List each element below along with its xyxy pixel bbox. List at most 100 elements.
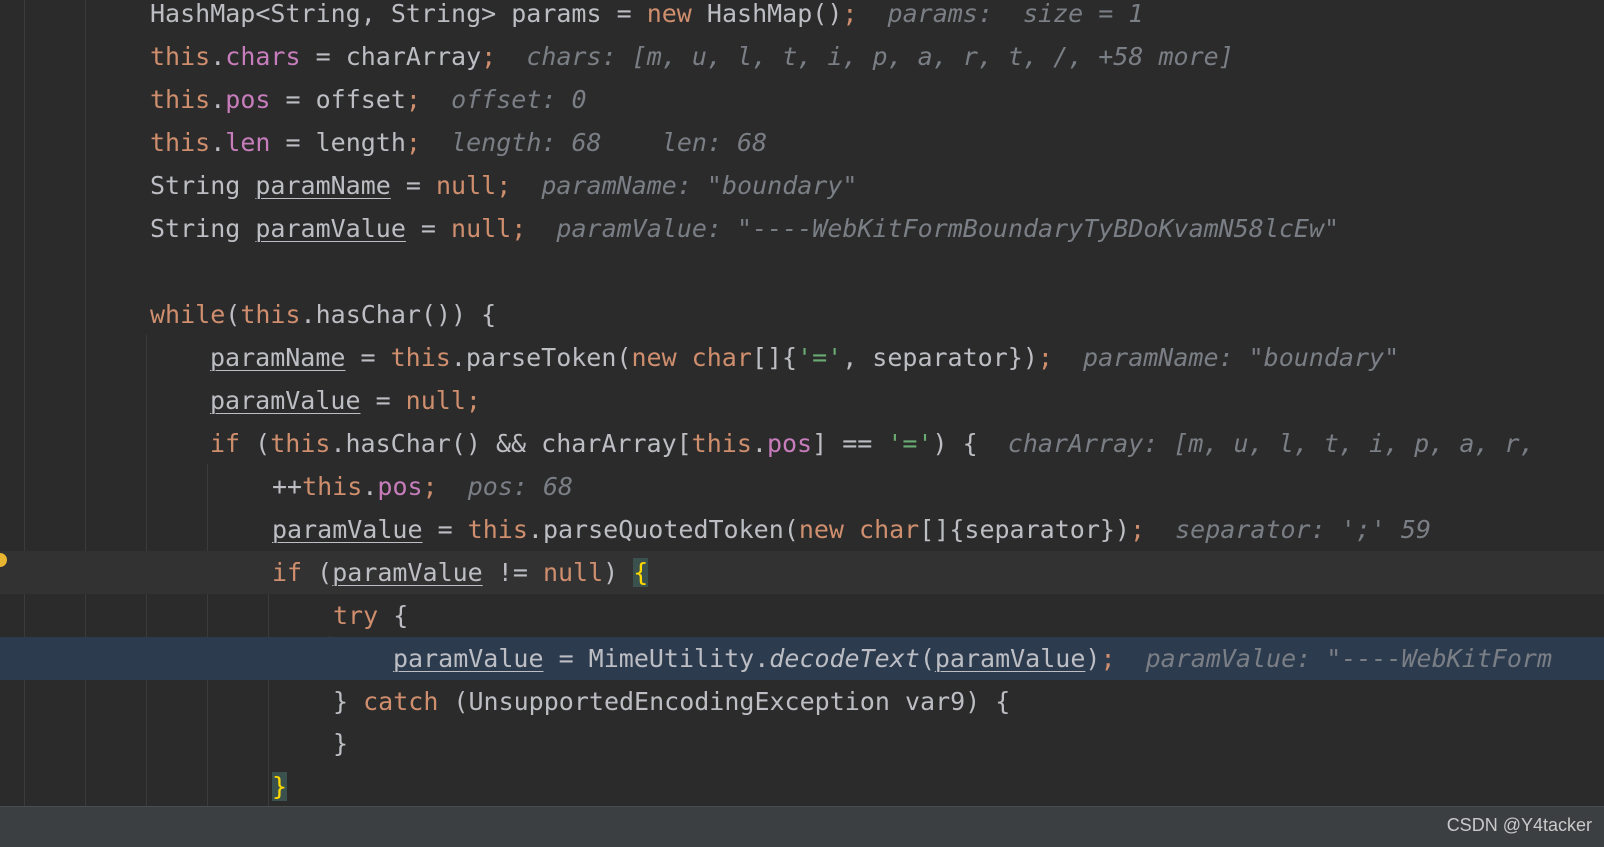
code-token: (: [225, 300, 241, 329]
code-line[interactable]: try {: [0, 594, 1604, 637]
code-line[interactable]: paramValue = null;: [0, 379, 1604, 422]
code-token: {: [378, 601, 409, 630]
code-editor[interactable]: HashMap<String, String> params = new Has…: [0, 0, 1604, 806]
code-token: .parseToken(: [450, 343, 632, 372]
inline-debug-value: paramValue: "----WebKitFormBoundaryTyBDo…: [526, 214, 1340, 243]
code-token: }: [333, 687, 364, 716]
code-line[interactable]: HashMap<String, String> params = new Has…: [0, 0, 1604, 35]
code-token: ] ==: [812, 429, 888, 458]
code-token: decodeText: [769, 644, 920, 673]
code-token: []{separator}): [919, 515, 1130, 544]
code-line[interactable]: }: [0, 765, 1604, 806]
code-token: new char: [631, 343, 752, 372]
code-token: this: [467, 515, 528, 544]
code-text: if (paramValue != null) {: [272, 551, 649, 594]
inline-debug-value: params: size = 1: [857, 0, 1144, 28]
code-token: .hasChar()) {: [300, 300, 497, 329]
inline-debug-value: paramValue: "----WebKitForm: [1115, 644, 1553, 673]
code-token: catch: [363, 687, 439, 716]
code-line[interactable]: this.chars = charArray; chars: [m, u, l,…: [0, 35, 1604, 78]
inline-debug-value: pos: 68: [437, 472, 574, 501]
code-token: = offset: [270, 85, 406, 114]
code-token: ;: [842, 0, 858, 28]
code-token: =: [422, 515, 468, 544]
code-token: paramValue: [272, 515, 423, 544]
code-token: ;: [1129, 515, 1146, 544]
code-line[interactable]: } catch (UnsupportedEncodingException va…: [0, 680, 1604, 723]
code-token: '=': [797, 343, 843, 372]
code-token: paramValue: [255, 214, 406, 243]
code-token: this: [150, 85, 211, 114]
code-token: = charArray: [300, 42, 482, 71]
code-token: }: [272, 772, 288, 801]
status-bar: CSDN @Y4tacker: [0, 806, 1604, 847]
code-line[interactable]: while(this.hasChar()) {: [0, 293, 1604, 336]
code-text: while(this.hasChar()) {: [150, 293, 496, 336]
code-token: pos: [766, 429, 813, 458]
code-token: = length: [270, 128, 406, 157]
code-token: ): [1085, 644, 1101, 673]
inline-debug-value: chars: [m, u, l, t, i, p, a, r, t, /, +5…: [496, 42, 1234, 71]
code-token: }: [333, 729, 349, 758]
code-token: ;: [465, 386, 481, 415]
code-text: this.chars = charArray; chars: [m, u, l,…: [150, 35, 1234, 78]
code-line[interactable]: String paramValue = null; paramValue: "-…: [0, 207, 1604, 250]
code-token: chars: [225, 42, 301, 71]
code-token: try: [333, 601, 379, 630]
code-token: ;: [405, 128, 421, 157]
code-token: pos: [377, 472, 423, 501]
code-token: (: [919, 644, 935, 673]
current-execution-line[interactable]: paramValue = MimeUtility.decodeText(para…: [0, 637, 1604, 680]
code-token: String: [150, 171, 256, 200]
code-token: paramValue: [332, 558, 483, 587]
code-token: while: [150, 300, 226, 329]
code-line[interactable]: paramValue = this.parseQuotedToken(new c…: [0, 508, 1604, 551]
code-token: .parseQuotedToken(: [527, 515, 799, 544]
code-token: =: [390, 171, 436, 200]
inline-debug-value: paramName: "boundary": [511, 171, 858, 200]
code-token: =: [345, 343, 391, 372]
code-token: HashMap(): [691, 0, 843, 28]
code-line[interactable]: if (this.hasChar() && charArray[this.pos…: [0, 422, 1604, 465]
code-line[interactable]: this.len = length; length: 68 len: 68: [0, 121, 1604, 164]
code-token: null: [451, 214, 512, 243]
code-text: if (this.hasChar() && charArray[this.pos…: [210, 422, 1535, 465]
code-line[interactable]: ++this.pos; pos: 68: [0, 465, 1604, 508]
code-token: '=': [887, 429, 933, 458]
code-text: paramName = this.parseToken(new char[]{'…: [210, 336, 1399, 379]
code-token: this: [390, 343, 451, 372]
caret-line[interactable]: if (paramValue != null) {: [0, 551, 1604, 594]
code-token: null: [542, 558, 604, 587]
inline-debug-value: charArray: [m, u, l, t, i, p, a, r,: [977, 429, 1535, 458]
code-token: ;: [405, 85, 421, 114]
code-token: (: [302, 558, 333, 587]
code-line[interactable]: String paramName = null; paramName: "bou…: [0, 164, 1604, 207]
code-line[interactable]: [0, 250, 1604, 293]
code-token: .: [751, 429, 767, 458]
inline-debug-value: paramName: "boundary": [1052, 343, 1400, 372]
code-token: paramName: [210, 343, 346, 372]
code-text: }: [272, 765, 288, 806]
code-token: ;: [511, 214, 527, 243]
code-token: .hasChar() && charArray[: [330, 429, 692, 458]
code-token: =: [360, 386, 406, 415]
code-token: = MimeUtility.: [543, 644, 770, 673]
code-text: paramValue = null;: [210, 379, 481, 422]
code-text: ++this.pos; pos: 68: [272, 465, 573, 508]
code-token: paramName: [255, 171, 391, 200]
code-text: String paramName = null; paramName: "bou…: [150, 164, 857, 207]
code-token: .: [362, 472, 378, 501]
code-token: if: [272, 558, 303, 587]
code-token: ;: [1037, 343, 1053, 372]
code-token: this: [150, 128, 211, 157]
code-token: if: [210, 429, 241, 458]
code-text: HashMap<String, String> params = new Has…: [150, 0, 1143, 35]
code-line[interactable]: paramName = this.parseToken(new char[]{'…: [0, 336, 1604, 379]
code-text: String paramValue = null; paramValue: "-…: [150, 207, 1339, 250]
inline-debug-value: length: 68 len: 68: [420, 128, 768, 157]
code-line[interactable]: this.pos = offset; offset: 0: [0, 78, 1604, 121]
code-token: paramValue: [210, 386, 361, 415]
code-line[interactable]: }: [0, 722, 1604, 765]
code-token: {: [633, 558, 649, 587]
code-token: .: [210, 128, 226, 157]
